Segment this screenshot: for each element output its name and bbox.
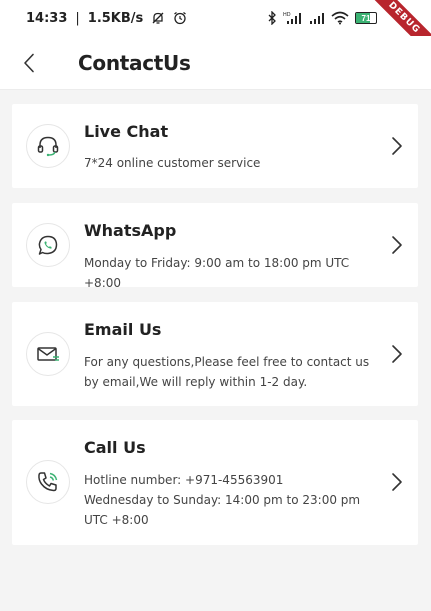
card-description: 7*24 online customer service bbox=[84, 156, 261, 170]
battery-level: 71 bbox=[361, 13, 371, 23]
chevron-right-icon bbox=[392, 345, 402, 363]
card-title: WhatsApp bbox=[84, 221, 177, 240]
contact-card-live-chat[interactable]: Live Chat 7*24 online customer service bbox=[12, 104, 418, 188]
svg-text:HD: HD bbox=[283, 12, 291, 18]
chevron-right-icon bbox=[392, 473, 402, 491]
card-description: Monday to Friday: 9:00 am to 18:00 pm UT… bbox=[84, 256, 350, 290]
network-speed: 1.5KB/s bbox=[87, 10, 144, 26]
wifi-icon bbox=[331, 11, 349, 25]
card-description-hotline: Hotline number: +971-45563901 bbox=[84, 473, 284, 487]
contact-card-email[interactable]: Email Us For any questions,Please feel f… bbox=[12, 302, 418, 406]
contact-card-whatsapp[interactable]: WhatsApp Monday to Friday: 9:00 am to 18… bbox=[12, 203, 418, 290]
signal-hd-icon: HD bbox=[283, 12, 301, 24]
card-description: For any questions,Please feel free to co… bbox=[84, 355, 370, 389]
status-time: 14:33 bbox=[26, 10, 68, 26]
app-bar: ContactUs bbox=[0, 36, 431, 90]
whatsapp-icon bbox=[26, 223, 70, 267]
bluetooth-icon bbox=[268, 11, 276, 25]
card-title: Live Chat bbox=[84, 122, 169, 141]
headset-icon bbox=[26, 124, 70, 168]
card-description-hours: Wednesday to Sunday: 14:00 pm to 23:00 p… bbox=[84, 493, 361, 527]
chevron-right-icon bbox=[392, 236, 402, 254]
page-title: ContactUs bbox=[78, 50, 191, 75]
alarm-icon bbox=[174, 11, 187, 25]
signal-icon bbox=[310, 13, 324, 24]
card-title: Email Us bbox=[84, 320, 162, 339]
mute-icon bbox=[152, 12, 164, 24]
card-title: Call Us bbox=[84, 438, 146, 457]
phone-icon bbox=[26, 460, 70, 504]
email-icon bbox=[26, 332, 70, 376]
status-bar: 14:33 | 1.5KB/s HD 71 DEBUG bbox=[0, 0, 431, 63]
contact-card-call[interactable]: Call Us Hotline number: +971-45563901 We… bbox=[12, 420, 418, 545]
chevron-left-icon bbox=[24, 53, 34, 72]
chevron-right-icon bbox=[392, 137, 402, 155]
battery-icon: 71 bbox=[355, 12, 377, 24]
back-button[interactable] bbox=[0, 36, 58, 90]
